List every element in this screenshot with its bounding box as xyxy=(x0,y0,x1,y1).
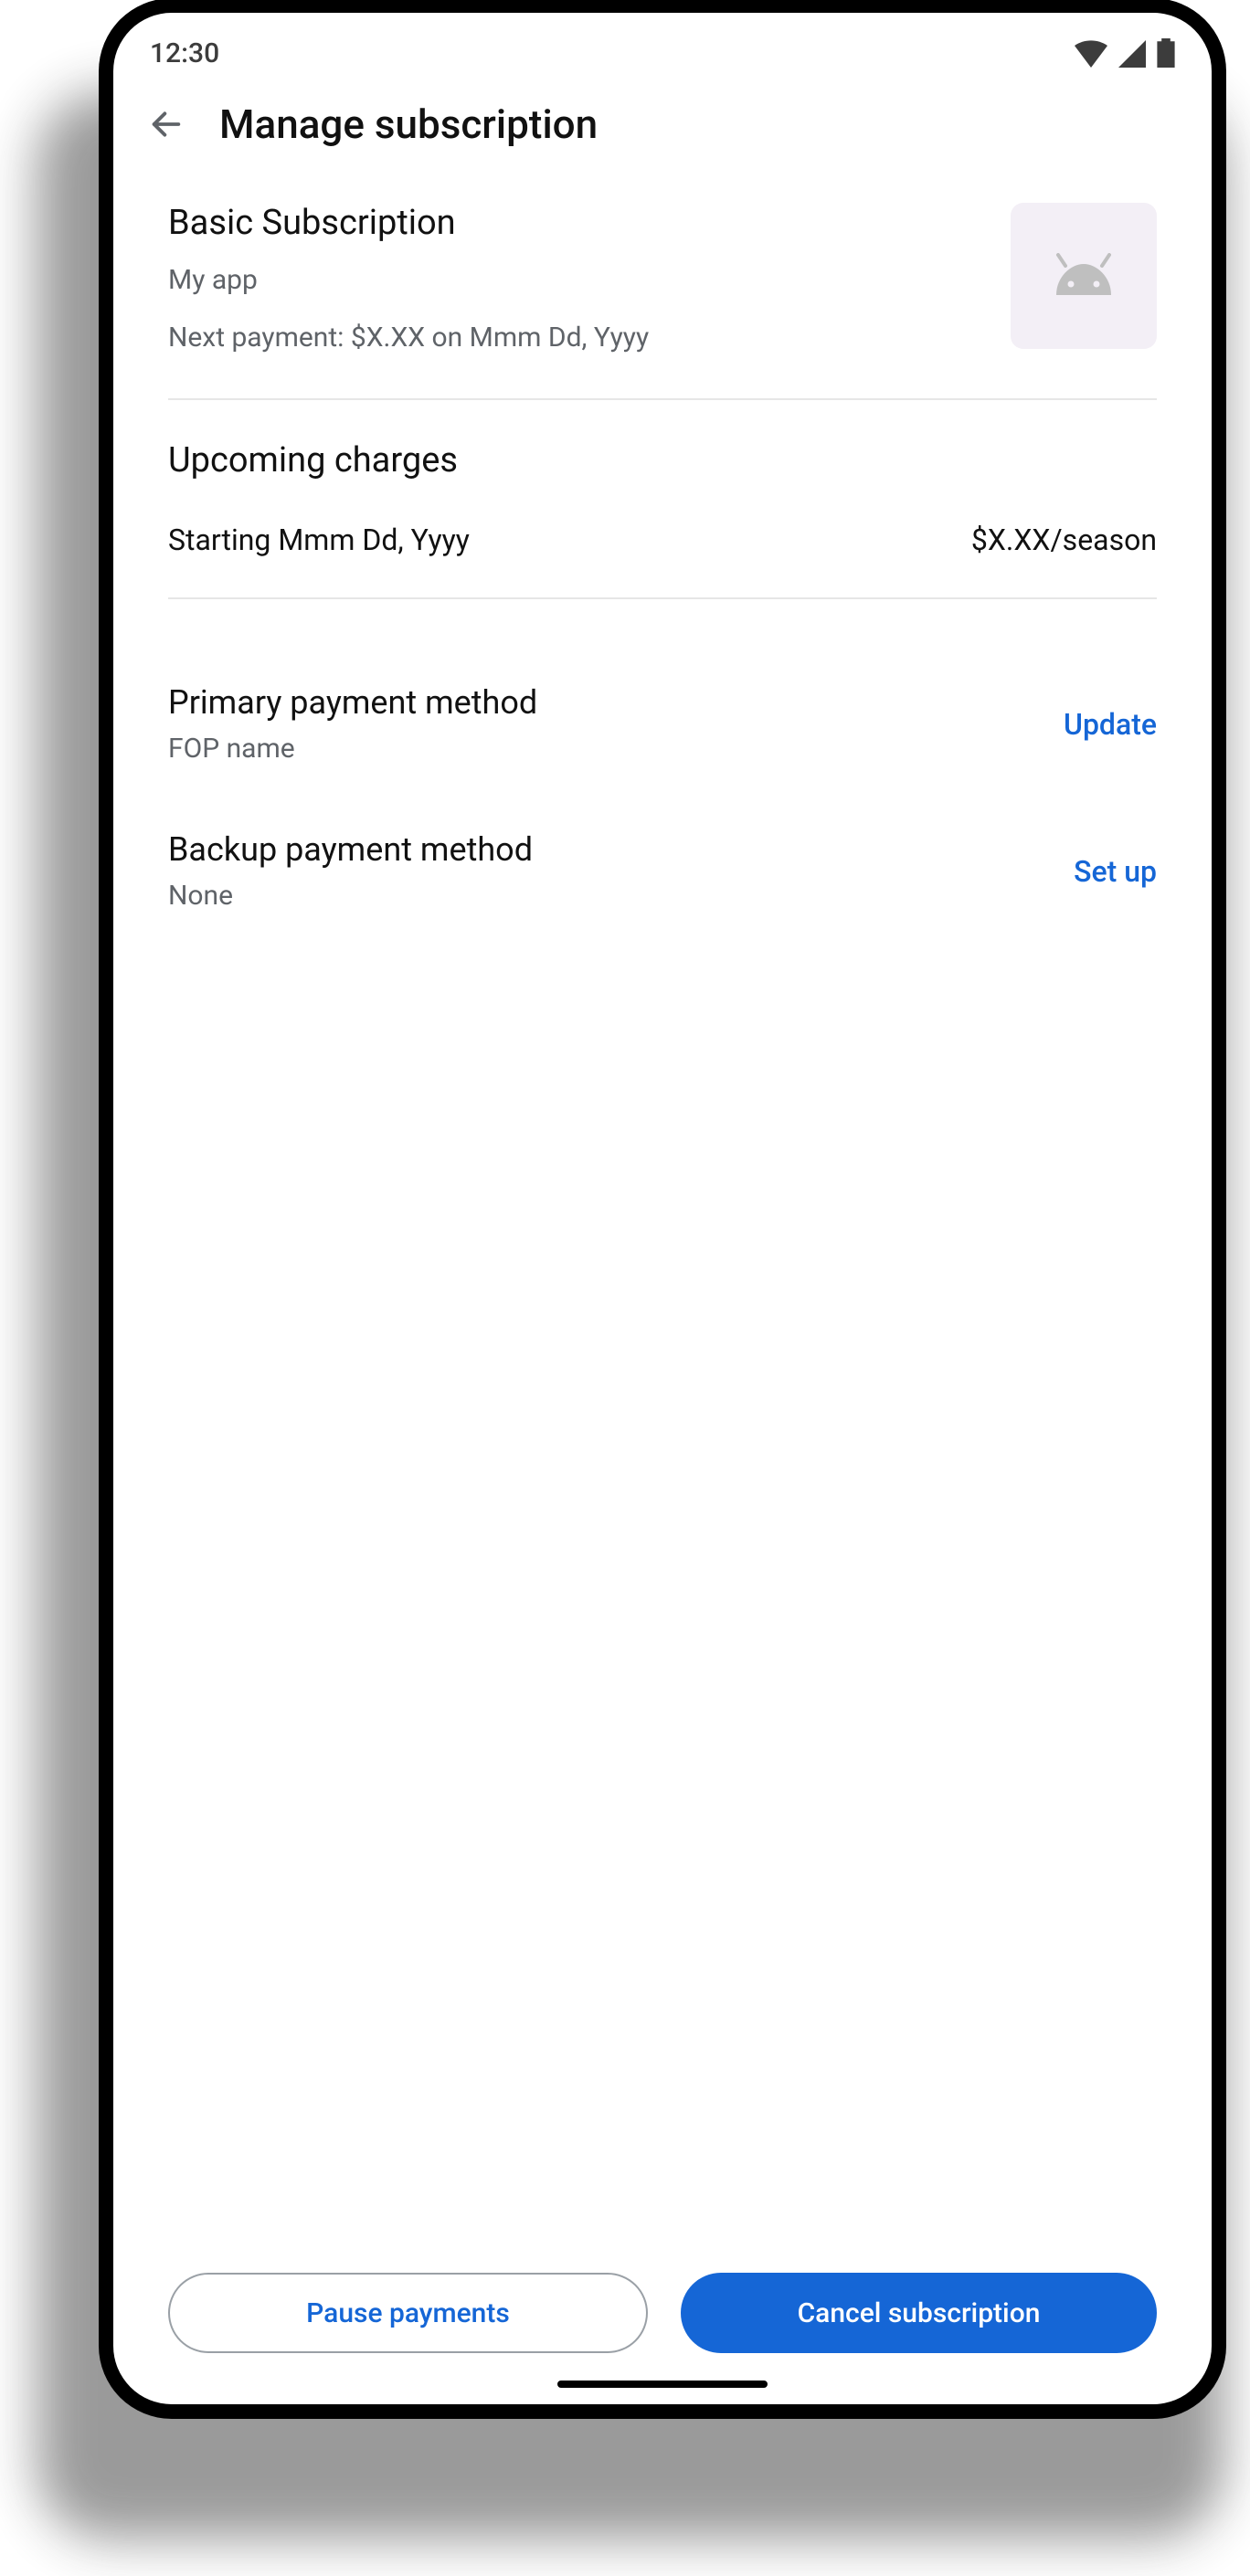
setup-button[interactable]: Set up xyxy=(1074,854,1157,889)
subscription-header: Basic Subscription My app Next payment: … xyxy=(168,203,1157,358)
screen: 12:30 Manage subscription Basic Subscrip… xyxy=(113,13,1212,2404)
upcoming-charge-row: Starting Mmm Dd, Yyyy $X.XX/season xyxy=(168,523,1157,557)
status-time: 12:30 xyxy=(150,37,219,69)
primary-payment-row: Primary payment method FOP name Update xyxy=(168,683,1157,765)
battery-icon xyxy=(1157,38,1175,68)
wifi-icon xyxy=(1075,40,1107,68)
update-button[interactable]: Update xyxy=(1064,707,1157,742)
divider xyxy=(168,597,1157,599)
status-bar: 12:30 xyxy=(113,13,1212,79)
nav-handle[interactable] xyxy=(557,2381,768,2388)
back-button[interactable] xyxy=(146,104,186,144)
backup-payment-title: Backup payment method xyxy=(168,830,533,869)
primary-payment-title: Primary payment method xyxy=(168,683,537,722)
cancel-subscription-button[interactable]: Cancel subscription xyxy=(681,2273,1157,2353)
arrow-left-icon xyxy=(148,106,185,143)
app-icon xyxy=(1011,203,1157,349)
primary-payment-value: FOP name xyxy=(168,733,537,765)
device-frame: 12:30 Manage subscription Basic Subscrip… xyxy=(99,0,1226,2419)
status-icons xyxy=(1075,38,1175,68)
backup-payment-value: None xyxy=(168,880,533,912)
android-icon xyxy=(1047,253,1120,299)
upcoming-price: $X.XX/season xyxy=(971,523,1157,557)
backup-payment-row: Backup payment method None Set up xyxy=(168,830,1157,912)
cell-icon xyxy=(1117,40,1148,68)
upcoming-start: Starting Mmm Dd, Yyyy xyxy=(168,523,470,557)
pause-payments-button[interactable]: Pause payments xyxy=(168,2273,648,2353)
divider xyxy=(168,398,1157,400)
subscription-next-payment: Next payment: $X.XX on Mmm Dd, Yyyy xyxy=(168,317,649,358)
upcoming-charges-title: Upcoming charges xyxy=(168,440,1157,480)
subscription-name: Basic Subscription xyxy=(168,203,649,243)
page-title: Manage subscription xyxy=(219,100,598,148)
subscription-app: My app xyxy=(168,259,649,301)
app-bar: Manage subscription xyxy=(113,79,1212,170)
